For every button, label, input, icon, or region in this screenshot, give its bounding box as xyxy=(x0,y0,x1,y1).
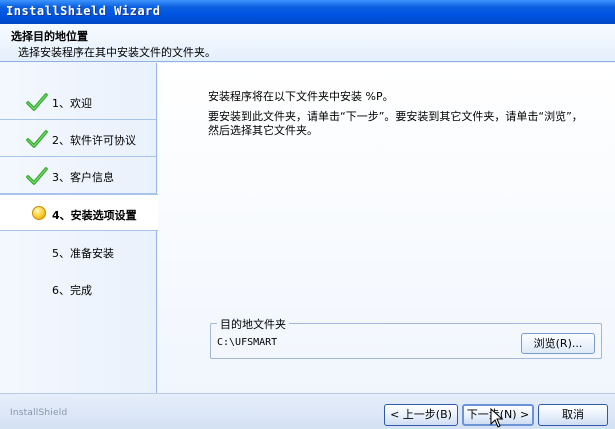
step-label: 1、欢迎 xyxy=(52,97,92,110)
destination-path: C:\UFSMART xyxy=(217,337,278,348)
destination-folder-group: 目的地文件夹 C:\UFSMART 浏览(R)... xyxy=(210,316,602,359)
checkmark-icon xyxy=(26,93,48,111)
step-finish: 6、完成 xyxy=(0,270,157,307)
step-welcome: 1、欢迎 xyxy=(0,83,157,120)
step-install-options: 4、安装选项设置 xyxy=(0,194,158,231)
browse-button[interactable]: 浏览(R)... xyxy=(521,333,595,354)
wizard-footer: InstallShield < 上一步(B) 下一步(N) > 取消 xyxy=(0,393,615,429)
window-title: InstallShield Wizard xyxy=(6,4,161,18)
step-ready-to-install: 5、准备安装 xyxy=(0,233,157,270)
step-license: 2、软件许可协议 xyxy=(0,120,157,157)
next-button[interactable]: 下一步(N) > xyxy=(462,404,534,426)
step-customer-info: 3、客户信息 xyxy=(0,157,157,194)
title-bar[interactable]: InstallShield Wizard xyxy=(0,0,615,24)
step-label: 5、准备安装 xyxy=(52,247,114,260)
info-line-1: 安装程序将在以下文件夹中安装 %P。 xyxy=(208,90,394,103)
step-label: 2、软件许可协议 xyxy=(52,134,136,147)
header-title: 选择目的地位置 xyxy=(11,30,88,43)
destination-folder-label: 目的地文件夹 xyxy=(217,316,289,332)
cancel-button[interactable]: 取消 xyxy=(538,404,608,426)
installshield-wizard-window: InstallShield Wizard 选择目的地位置 选择安装程序在其中安装… xyxy=(0,0,615,429)
checkmark-icon xyxy=(26,130,48,148)
back-button[interactable]: < 上一步(B) xyxy=(384,404,458,426)
header-subtitle: 选择安装程序在其中安装文件的文件夹。 xyxy=(18,46,216,59)
current-step-bulb-icon xyxy=(32,206,46,220)
step-label: 4、安装选项设置 xyxy=(52,209,137,222)
main-content: 安装程序将在以下文件夹中安装 %P。 要安装到此文件夹，请单击“下一步”。要安装… xyxy=(158,63,615,393)
installshield-brand: InstallShield xyxy=(10,408,68,418)
wizard-header: 选择目的地位置 选择安装程序在其中安装文件的文件夹。 xyxy=(0,24,615,62)
checkmark-icon xyxy=(26,167,48,185)
steps-sidebar: 1、欢迎 2、软件许可协议 3、客户信息 4、安装选项设置 5、准备安装 6、完… xyxy=(0,63,158,393)
step-label: 3、客户信息 xyxy=(52,171,114,184)
info-line-3: 然后选择其它文件夹。 xyxy=(208,124,318,137)
step-label: 6、完成 xyxy=(52,284,92,297)
